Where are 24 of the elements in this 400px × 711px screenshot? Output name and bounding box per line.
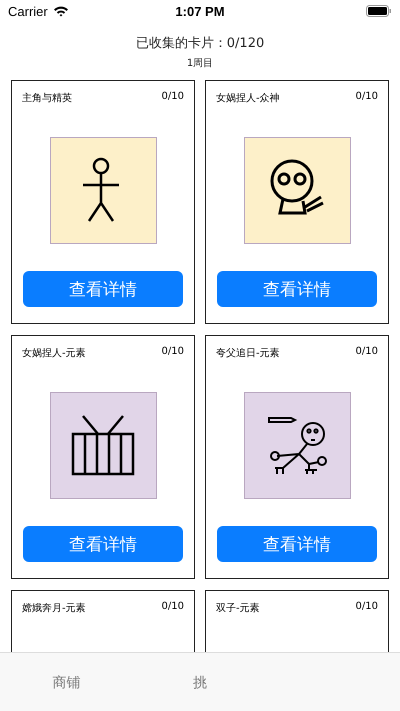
card-count: 0/10 [356, 601, 378, 614]
collected-count: 已收集的卡片：0/120 [134, 35, 266, 52]
card-title: 双子-元素 [216, 602, 260, 615]
card-count: 0/10 [162, 346, 184, 359]
clock-time: 1:07 PM [175, 4, 225, 18]
card-title: 嫦娥奔月-元素 [22, 602, 86, 615]
view-details-button[interactable]: 查看详情 [217, 526, 377, 562]
card-title: 女娲捏人-众神 [216, 92, 280, 105]
round-label: 1周目 [186, 57, 214, 70]
view-details-button[interactable]: 查看详情 [23, 271, 183, 307]
card-title: 女娲捏人-元素 [22, 346, 86, 360]
card-title: 夸父追日-元素 [216, 346, 280, 360]
tab-item[interactable]: 挑 [133, 674, 267, 692]
card-count: 0/10 [356, 91, 378, 104]
card-title: 主角与精英 [22, 92, 72, 105]
card-count: 0/10 [356, 346, 378, 359]
carrier-label: Carrier [8, 4, 48, 18]
card-count: 0/10 [162, 91, 184, 104]
battery-icon [366, 5, 392, 17]
tab-item[interactable]: 商铺 [0, 674, 134, 692]
wifi-icon [52, 5, 69, 17]
view-details-button[interactable]: 查看详情 [217, 271, 377, 307]
view-details-button[interactable]: 查看详情 [23, 526, 183, 562]
card-count: 0/10 [162, 601, 184, 614]
